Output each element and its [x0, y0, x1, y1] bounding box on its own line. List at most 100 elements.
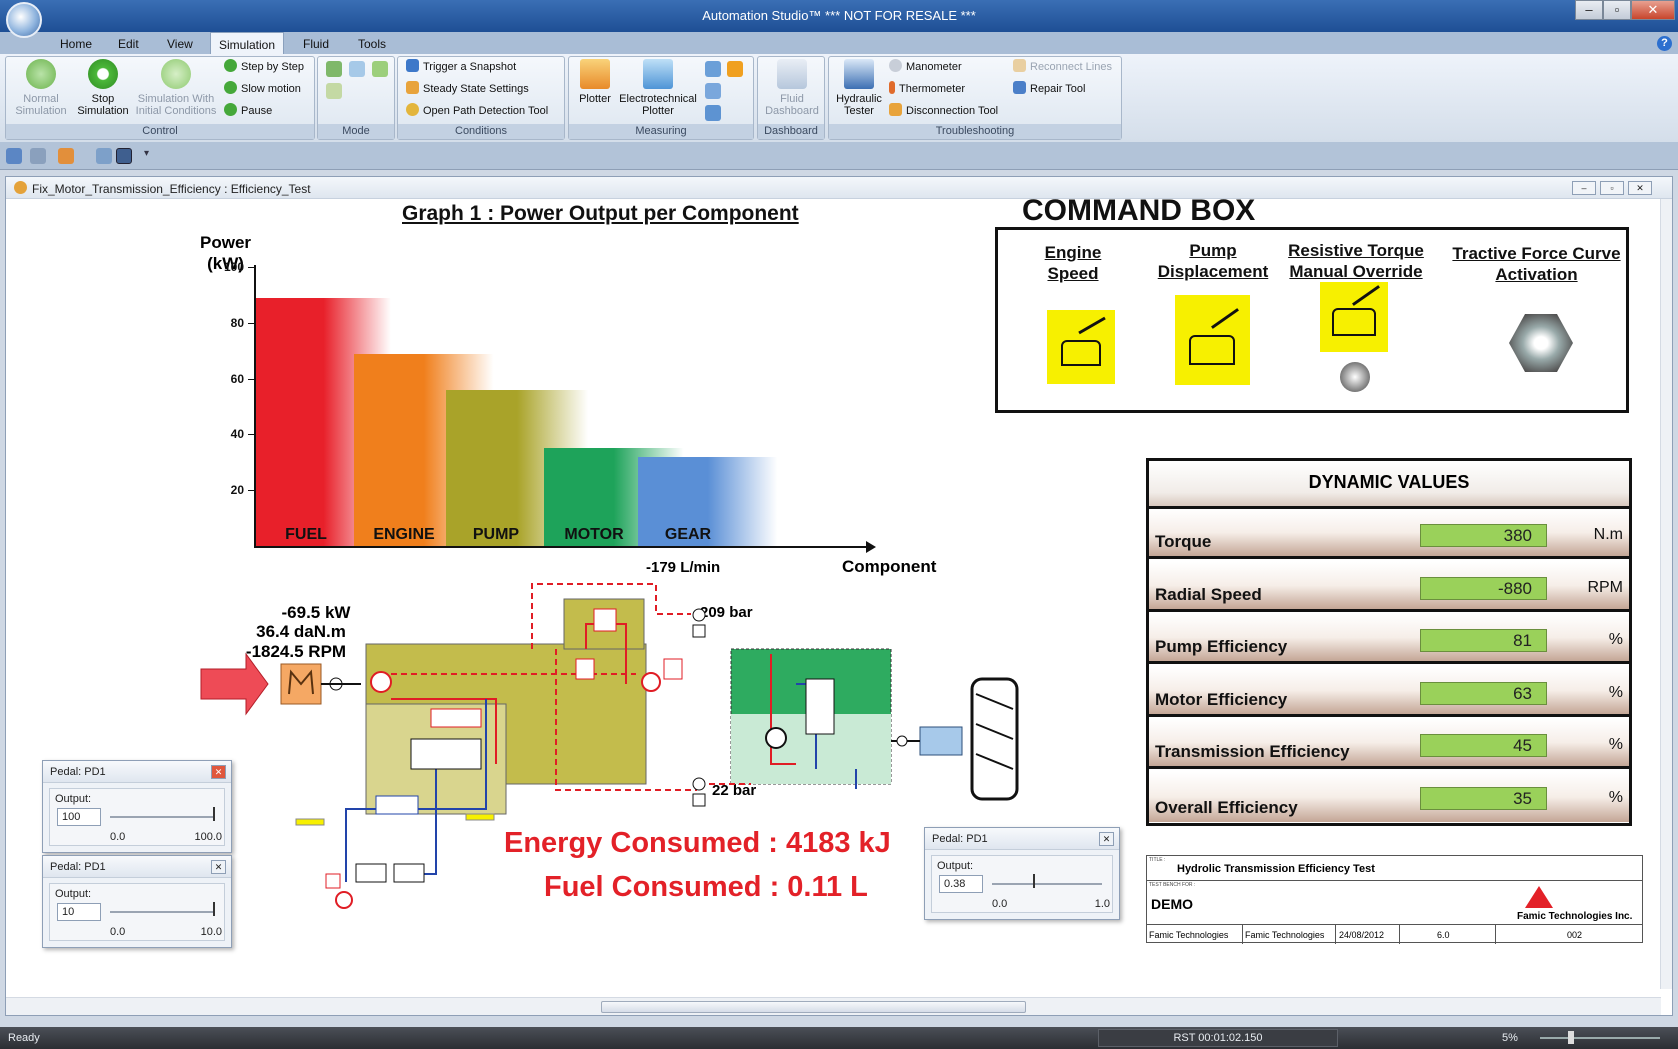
lever-icon [1061, 340, 1101, 366]
zoom-slider-thumb[interactable] [1568, 1031, 1574, 1044]
help-icon[interactable]: ? [1657, 36, 1672, 51]
open-path-detection-button[interactable]: Open Path Detection Tool [406, 103, 548, 120]
resistive-torque-toggle[interactable] [1340, 362, 1370, 392]
wrench-icon [1013, 81, 1026, 94]
pedal-window[interactable]: Pedal: PD1 ✕ Output: 10 0.0 10.0 [42, 855, 232, 948]
electrotechnical-plotter-button[interactable]: Electrotechnical Plotter [617, 59, 699, 117]
step-by-step-button[interactable]: Step by Step [224, 59, 304, 76]
doc-close-button[interactable]: ✕ [1628, 181, 1652, 195]
reconnect-lines-button[interactable]: Reconnect Lines [1013, 59, 1112, 76]
restore-button[interactable]: ▫ [1603, 0, 1631, 20]
node-icon[interactable] [705, 105, 721, 121]
steady-state-settings-button[interactable]: Steady State Settings [406, 81, 529, 98]
pedal-window[interactable]: Pedal: PD1 ✕ Output: 100 0.0 100.0 [42, 760, 232, 853]
pedal-slider-track[interactable] [992, 883, 1102, 885]
flask-icon [777, 59, 807, 89]
status-ready: Ready [8, 1032, 40, 1044]
mode-icon[interactable] [349, 61, 365, 77]
mode-icon[interactable] [372, 61, 388, 77]
document-title: Fix_Motor_Transmission_Efficiency : Effi… [32, 182, 311, 196]
pause-button[interactable]: Pause [224, 103, 272, 120]
pedal-output-input[interactable]: 100 [57, 808, 101, 826]
save-icon[interactable] [6, 148, 22, 164]
tractive-force-toggle[interactable] [1509, 314, 1573, 372]
pedal-slider-thumb[interactable] [213, 807, 215, 821]
simulation-time: RST 00:01:02.150 [1098, 1029, 1338, 1047]
repair-tool-button[interactable]: Repair Tool [1013, 81, 1085, 98]
group-control: Normal Simulation Stop Simulation Simula… [5, 56, 315, 140]
doc-minimize-button[interactable]: – [1572, 181, 1596, 195]
horizontal-scroll-thumb[interactable] [601, 1001, 1026, 1013]
disconnection-tool-button[interactable]: Disconnection Tool [889, 103, 998, 120]
app-logo-icon[interactable] [6, 2, 42, 38]
bar-label: MOTOR [564, 526, 624, 543]
undo-icon[interactable] [30, 148, 46, 164]
tab-simulation[interactable]: Simulation [210, 32, 285, 54]
command-box: Engine Speed Pump Displacement Resistive… [995, 227, 1629, 413]
lever-icon [1189, 335, 1235, 365]
thermometer-button[interactable]: Thermometer [889, 81, 965, 98]
pedal-close-button[interactable]: ✕ [211, 765, 226, 779]
plotter-button[interactable]: Plotter [575, 59, 615, 105]
fluid-dashboard-button[interactable]: Fluid Dashboard [761, 59, 823, 117]
mode-icon[interactable] [326, 83, 342, 99]
fuel-consumed: Fuel Consumed : 0.11 L [544, 871, 868, 903]
pause-icon [224, 103, 237, 116]
trigger-snapshot-button[interactable]: Trigger a Snapshot [406, 59, 516, 76]
y-tick-label: 20 [230, 483, 244, 498]
vertical-scrollbar[interactable] [1660, 199, 1672, 989]
tab-home[interactable]: Home [52, 35, 100, 53]
stop-icon [88, 59, 118, 89]
pedal-window[interactable]: Pedal: PD1 ✕ Output: 0.38 0.0 1.0 [924, 827, 1120, 920]
slow-motion-button[interactable]: Slow motion [224, 81, 301, 98]
lightning-icon[interactable] [727, 61, 743, 77]
pedal-slider-track[interactable] [110, 911, 214, 913]
mode-icon[interactable] [326, 61, 342, 77]
close-button[interactable]: ✕ [1631, 0, 1675, 20]
group-caption: Dashboard [758, 124, 824, 139]
pedal-slider-thumb[interactable] [213, 902, 215, 916]
tab-fluid[interactable]: Fluid [295, 35, 337, 53]
pedal-close-button[interactable]: ✕ [211, 860, 226, 874]
dynamic-row-label: Pump Efficiency [1155, 637, 1288, 656]
hydraulic-tester-button[interactable]: Hydraulic Tester [833, 59, 885, 117]
minimize-button[interactable]: – [1575, 0, 1603, 20]
bar-label: PUMP [472, 526, 520, 543]
chart-title: Graph 1 : Power Output per Component [402, 202, 799, 225]
layout-icon[interactable] [116, 148, 132, 164]
pump-displacement-lever[interactable] [1175, 295, 1250, 385]
dynamic-row-label: Transmission Efficiency [1155, 742, 1350, 761]
title-block-title: Hydrolic Transmission Efficiency Test [1177, 863, 1375, 875]
tab-edit[interactable]: Edit [110, 35, 147, 53]
probe-icon[interactable] [705, 83, 721, 99]
list-icon[interactable] [705, 61, 721, 77]
tab-view[interactable]: View [159, 35, 201, 53]
print-icon[interactable] [96, 148, 112, 164]
resistive-torque-lever[interactable] [1320, 282, 1388, 352]
quick-access-toolbar: ▾ [0, 142, 1678, 170]
dynamic-row: Radial Speed -880 RPM [1149, 561, 1629, 612]
open-path-icon [406, 103, 419, 116]
pedal-close-button[interactable]: ✕ [1099, 832, 1114, 846]
manometer-button[interactable]: Manometer [889, 59, 962, 76]
normal-simulation-button[interactable]: Normal Simulation [10, 59, 72, 117]
pedal-slider-thumb[interactable] [1032, 874, 1035, 888]
x-axis [254, 546, 869, 548]
group-mode: Mode [317, 56, 395, 140]
diagram-canvas[interactable]: Graph 1 : Power Output per Component Pow… [6, 199, 1661, 989]
pedal-output-input[interactable]: 0.38 [939, 875, 983, 893]
redo-icon[interactable] [58, 148, 74, 164]
dynamic-row-value: 380 [1420, 524, 1547, 547]
tab-tools[interactable]: Tools [350, 35, 394, 53]
engine-speed-lever[interactable] [1047, 310, 1115, 384]
pedal-slider-track[interactable] [110, 816, 214, 818]
customize-qat-icon[interactable]: ▾ [144, 148, 149, 159]
company-name: Famic Technologies Inc. [1517, 911, 1633, 922]
zoom-slider[interactable] [1540, 1037, 1660, 1039]
horizontal-scrollbar[interactable] [6, 997, 1661, 1015]
doc-restore-button[interactable]: ▫ [1600, 181, 1624, 195]
simulation-initial-conditions-button[interactable]: Simulation With Initial Conditions [130, 59, 222, 117]
pedal-output-input[interactable]: 10 [57, 903, 101, 921]
energy-consumed: Energy Consumed : 4183 kJ [504, 827, 891, 859]
stop-simulation-button[interactable]: Stop Simulation [70, 59, 136, 117]
